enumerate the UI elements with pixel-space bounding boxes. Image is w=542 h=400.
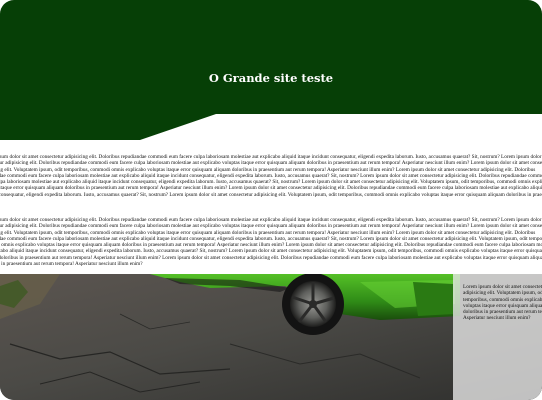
page: O Grande site teste Lorem ipsum dolor si…: [0, 0, 542, 400]
hero-text-overlay: Lorem ipsum dolor sit amet consectetur a…: [453, 274, 542, 400]
content-paragraph-1: Lorem ipsum dolor sit amet consectetur a…: [0, 154, 542, 198]
header-diagonal-cut: [0, 112, 542, 152]
site-title: O Grande site teste: [208, 71, 334, 85]
content-paragraph-2: Lorem ipsum dolor sit amet consectetur a…: [0, 217, 542, 268]
hero-overlay-text: Lorem ipsum dolor sit amet consectetur a…: [463, 284, 542, 322]
hero-image-section: Lorem ipsum dolor sit amet consectetur a…: [0, 274, 542, 400]
